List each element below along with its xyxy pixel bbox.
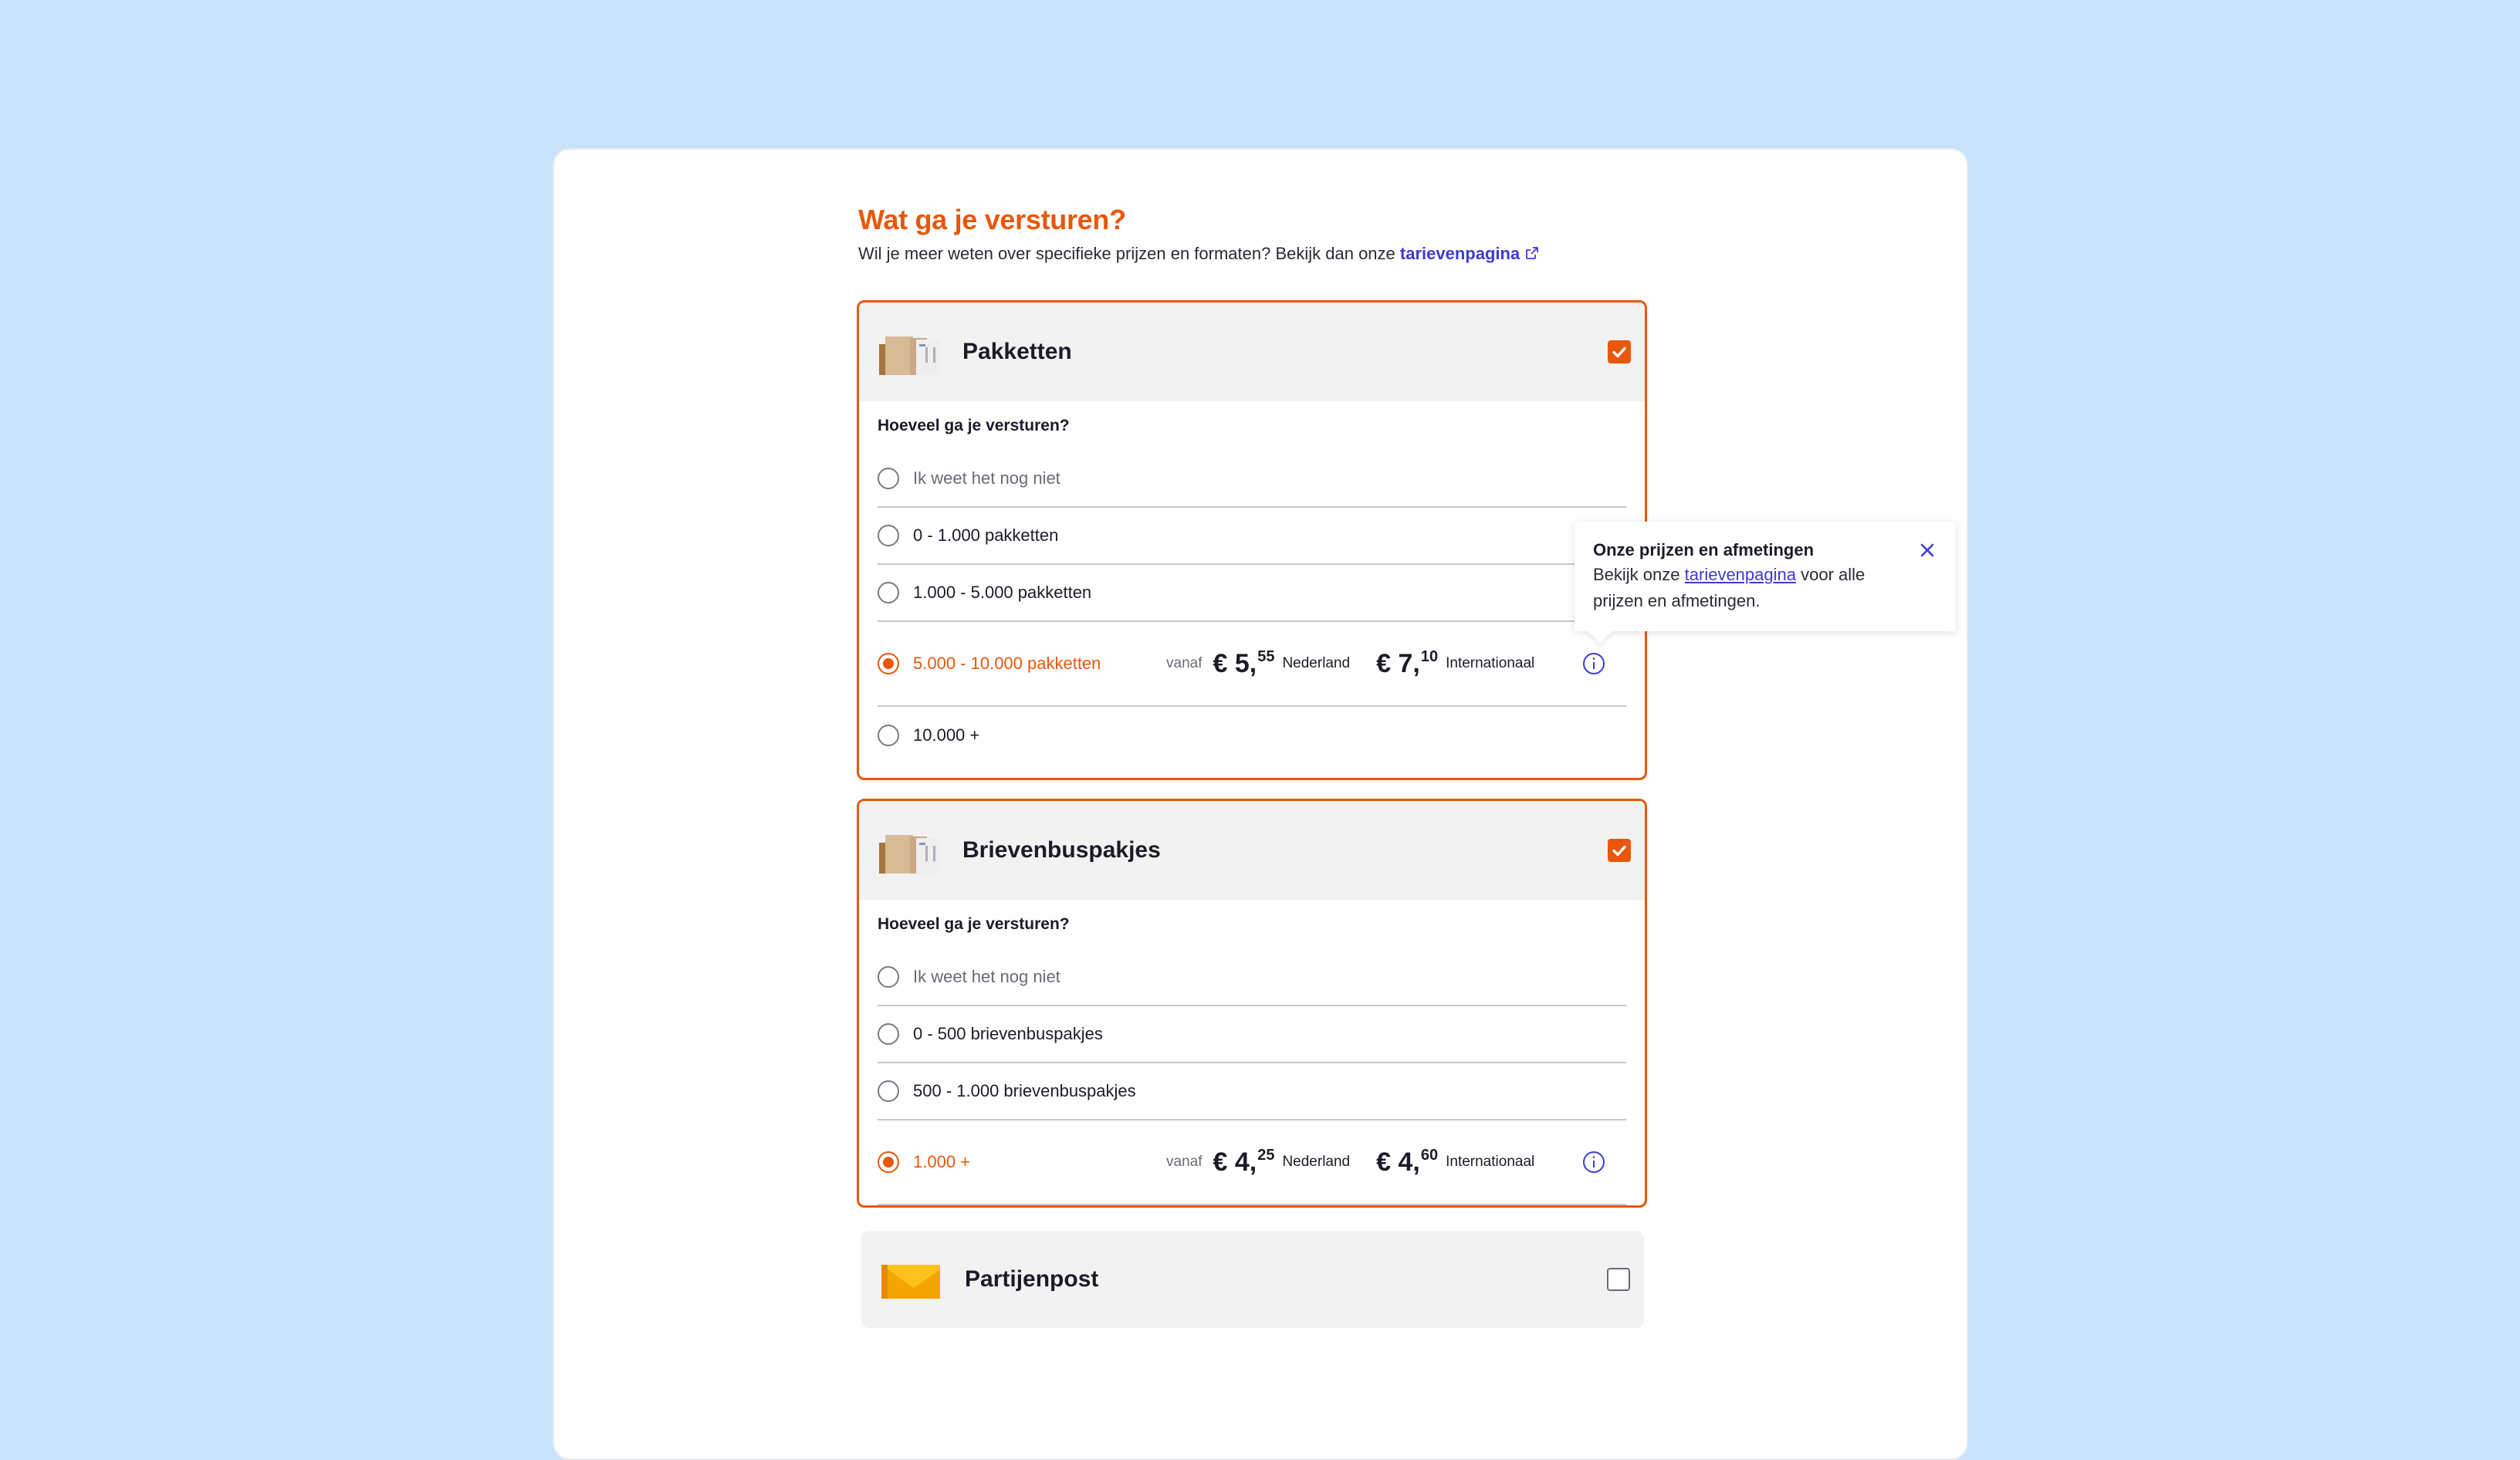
option-brievenbus-1000-plus[interactable]: 1.000 + vanaf € 4,25 Nederland € 4,60 In… bbox=[878, 1120, 1626, 1205]
tooltip-text-prefix: Bekijk onze bbox=[1593, 565, 1680, 584]
info-icon[interactable] bbox=[1581, 651, 1606, 676]
option-label: 1.000 + bbox=[913, 1152, 971, 1171]
checkbox-partijenpost[interactable] bbox=[1607, 1268, 1630, 1291]
region-nederland: Nederland bbox=[1282, 1154, 1351, 1170]
option-label: 10.000 + bbox=[913, 725, 980, 745]
page-header: Wat ga je versturen? Wil je meer weten o… bbox=[858, 202, 1649, 265]
price-main: € 5, bbox=[1213, 649, 1257, 678]
price-cents: 55 bbox=[1257, 648, 1275, 665]
page-title: Wat ga je versturen? bbox=[858, 204, 1126, 235]
radio-button[interactable] bbox=[878, 468, 899, 489]
region-internationaal: Internationaal bbox=[1446, 1154, 1535, 1170]
tooltip-title: Onze prijzen en afmetingen bbox=[1593, 540, 1815, 559]
tarievenpagina-link-label: tarievenpagina bbox=[1399, 244, 1520, 263]
group-title-partijenpost: Partijenpost bbox=[965, 1266, 1099, 1292]
option-label: Ik weet het nog niet bbox=[913, 967, 1060, 986]
radio-button[interactable] bbox=[878, 582, 899, 603]
price-main: € 4, bbox=[1213, 1147, 1257, 1177]
checkbox-brievenbuspakjes[interactable] bbox=[1608, 839, 1631, 862]
question-pakketten: Hoeveel ga je versturen? bbox=[878, 417, 1070, 434]
question-brievenbuspakjes: Hoeveel ga je versturen? bbox=[878, 915, 1070, 933]
option-label: Ik weet het nog niet bbox=[913, 468, 1060, 488]
radio-button[interactable] bbox=[878, 525, 899, 546]
option-pakketten-0-1000[interactable]: 0 - 1.000 pakketten bbox=[878, 508, 1626, 565]
check-icon bbox=[1612, 845, 1626, 857]
radio-button[interactable] bbox=[878, 1080, 899, 1102]
option-pakketten-1000-5000[interactable]: 1.000 - 5.000 pakketten bbox=[878, 565, 1626, 622]
price-internationaal: € 4,60 bbox=[1376, 1147, 1438, 1178]
price-main: € 7, bbox=[1376, 649, 1420, 678]
price-cents: 60 bbox=[1420, 1147, 1439, 1164]
page-subtitle: Wil je meer weten over specifieke prijze… bbox=[858, 242, 1649, 265]
option-label: 500 - 1.000 brievenbuspakjes bbox=[913, 1081, 1136, 1100]
price-cents: 25 bbox=[1257, 1147, 1275, 1164]
checkbox-pakketten[interactable] bbox=[1608, 340, 1631, 363]
package-box-icon bbox=[879, 336, 939, 375]
region-nederland: Nederland bbox=[1282, 655, 1351, 671]
price-info: vanaf € 4,25 Nederland € 4,60 Internatio… bbox=[1166, 1120, 1534, 1204]
group-body-pakketten: Hoeveel ga je versturen? Ik weet het nog… bbox=[859, 401, 1645, 764]
subtitle-text: Wil je meer weten over specifieke prijze… bbox=[858, 244, 1395, 263]
radio-button[interactable] bbox=[878, 725, 899, 746]
option-label: 1.000 - 5.000 pakketten bbox=[913, 583, 1092, 602]
price-cents: 10 bbox=[1420, 648, 1439, 665]
option-label: 5.000 - 10.000 pakketten bbox=[913, 654, 1101, 673]
group-header-brievenbuspakjes[interactable]: Brievenbuspakjes bbox=[859, 801, 1645, 900]
price-tooltip: Onze prijzen en afmetingen Bekijk onze t… bbox=[1575, 522, 1956, 631]
region-internationaal: Internationaal bbox=[1446, 655, 1535, 671]
radio-button-selected[interactable] bbox=[878, 1151, 899, 1173]
price-main: € 4, bbox=[1376, 1147, 1420, 1177]
option-pakketten-5000-10000[interactable]: 5.000 - 10.000 pakketten vanaf € 5,55 Ne… bbox=[878, 622, 1626, 707]
check-icon bbox=[1612, 346, 1626, 358]
envelope-icon bbox=[881, 1265, 940, 1299]
from-label: vanaf bbox=[1166, 1154, 1202, 1170]
option-label: 0 - 500 brievenbuspakjes bbox=[913, 1024, 1103, 1043]
group-header-partijenpost[interactable]: Partijenpost bbox=[861, 1231, 1644, 1328]
radio-button[interactable] bbox=[878, 1023, 899, 1045]
price-info: vanaf € 5,55 Nederland € 7,10 Internatio… bbox=[1166, 622, 1534, 705]
from-label: vanaf bbox=[1166, 655, 1202, 671]
option-brievenbus-0-500[interactable]: 0 - 500 brievenbuspakjes bbox=[878, 1006, 1626, 1063]
group-header-pakketten[interactable]: Pakketten bbox=[859, 302, 1645, 401]
option-brievenbus-500-1000[interactable]: 500 - 1.000 brievenbuspakjes bbox=[878, 1063, 1626, 1120]
price-nederland: € 5,55 bbox=[1213, 648, 1274, 679]
option-pakketten-unknown[interactable]: Ik weet het nog niet bbox=[878, 451, 1626, 508]
option-pakketten-10000-plus[interactable]: 10.000 + bbox=[878, 707, 1626, 764]
package-box-icon bbox=[879, 835, 939, 874]
group-brievenbuspakjes: Brievenbuspakjes Hoeveel ga je versturen… bbox=[857, 799, 1647, 1208]
price-internationaal: € 7,10 bbox=[1376, 648, 1438, 679]
tarievenpagina-link[interactable]: tarievenpagina bbox=[1400, 244, 1540, 263]
option-label: 0 - 1.000 pakketten bbox=[913, 526, 1059, 545]
close-icon[interactable] bbox=[1919, 542, 1936, 559]
external-link-icon bbox=[1526, 247, 1539, 259]
tooltip-text: Bekijk onze tarievenpagina voor alle pri… bbox=[1593, 562, 1902, 614]
radio-button[interactable] bbox=[878, 966, 899, 988]
price-nederland: € 4,25 bbox=[1213, 1147, 1274, 1178]
group-body-brievenbuspakjes: Hoeveel ga je versturen? Ik weet het nog… bbox=[859, 900, 1645, 1205]
group-title-pakketten: Pakketten bbox=[962, 339, 1072, 364]
info-icon[interactable] bbox=[1581, 1150, 1606, 1174]
option-brievenbus-unknown[interactable]: Ik weet het nog niet bbox=[878, 949, 1626, 1006]
group-title-brievenbuspakjes: Brievenbuspakjes bbox=[962, 837, 1161, 863]
tooltip-tarievenpagina-link[interactable]: tarievenpagina bbox=[1685, 565, 1796, 584]
group-partijenpost: Partijenpost bbox=[861, 1231, 1644, 1328]
group-pakketten: Pakketten Hoeveel ga je versturen? Ik we… bbox=[857, 300, 1647, 780]
radio-button-selected[interactable] bbox=[878, 653, 899, 674]
